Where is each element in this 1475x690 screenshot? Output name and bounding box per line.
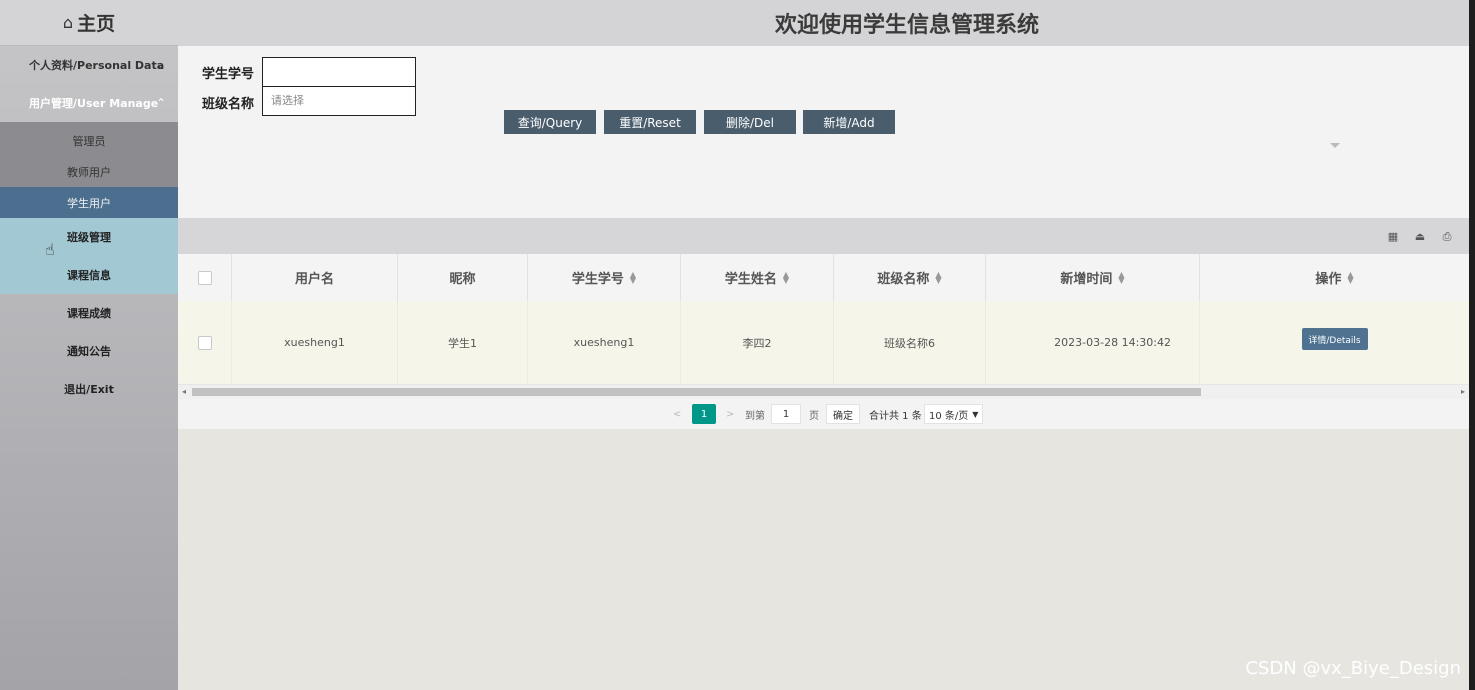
goto-page-input[interactable]: 1 [771,404,801,424]
student-id-input[interactable] [262,57,416,87]
export-icon[interactable]: ⏏ [1413,230,1427,244]
pagination: < 1 > 到第 1 页 确定 合计共 1 条 10 条/页 ▼ [178,399,1469,429]
sidebar-menu-label: 用户管理/User Manage [29,97,159,110]
select-all-checkbox[interactable] [197,270,212,285]
column-header-label: 用户名 [294,272,334,287]
total-count: 合计共 1 条 [869,410,922,422]
column-header-actions[interactable]: 操作 ▲ ▼ [1200,254,1469,301]
home-icon: ⌂ [62,13,74,32]
column-header-label: 新增时间 [1060,272,1113,287]
cell-actions: 详情/Details [1200,301,1469,384]
sidebar-menu-personal-data[interactable]: 个人资料/Personal Data ⌄ [0,46,178,84]
page-unit-label: 页 [809,410,819,422]
column-header-student-id[interactable]: 学生学号 ▲ ▼ [528,254,681,301]
sort-icon[interactable]: ▲ ▼ [783,270,789,284]
chevron-up-icon: ⌃ [155,96,166,110]
delete-button[interactable]: 删除/Del [704,110,796,134]
class-name-select[interactable]: 请选择 [262,86,416,116]
column-header-label: 学生学号 [571,272,624,287]
table-header: 用户名 昵称 学生学号 ▲ ▼ 学生姓名 ▲ ▼ 班级名称 ▲ ▼ 新增时间 ▲ ▼ 操… [178,254,1469,301]
row-checkbox[interactable] [197,335,212,350]
sidebar: ⌂ 主页 个人资料/Personal Data ⌄ 用户管理/User Mana… [0,0,178,690]
table-toolbar: ▦ ⏏ ⎙ [178,218,1469,254]
horizontal-scrollbar[interactable]: ◂ ▸ [178,385,1469,399]
chevron-down-icon: ⌄ [155,58,166,72]
sidebar-item-course-info[interactable]: 课程信息 [0,256,178,294]
next-page-icon[interactable]: > [726,404,734,424]
cell-nickname: 学生1 [398,301,528,384]
class-name-label: 班级名称 [202,97,255,112]
cell-student-name: 李四2 [681,301,834,384]
chevron-down-icon: ▼ [972,409,979,419]
sidebar-submenu: 管理员 教师用户 学生用户 [0,122,178,218]
hand-cursor-icon: ☝ [45,240,55,259]
page-size-value: 10 条/页 [929,410,969,422]
cell-created: 2023-03-28 14:30:42 [986,301,1200,384]
column-header-username[interactable]: 用户名 [232,254,398,301]
sidebar-item-teacher-users[interactable]: 教师用户 [0,156,178,187]
sidebar-item-class-manage[interactable]: 班级管理 [0,218,178,256]
details-button[interactable]: 详情/Details [1301,328,1368,350]
cell-student-id: xuesheng1 [528,301,681,384]
print-icon[interactable]: ⎙ [1440,230,1454,244]
reset-button[interactable]: 重置/Reset [604,110,696,134]
page-size-select[interactable]: 10 条/页 ▼ [924,404,984,424]
goto-label: 到第 [745,410,765,422]
column-header-student-name[interactable]: 学生姓名 ▲ ▼ [681,254,834,301]
sidebar-item-course-grades[interactable]: 课程成绩 [0,294,178,332]
student-id-label: 学生学号 [202,67,255,82]
scrollbar-thumb[interactable] [192,388,1201,396]
select-all-cell [178,254,232,301]
columns-filter-icon[interactable]: ▦ [1386,230,1400,244]
row-select-cell [178,301,232,384]
column-header-label: 班级名称 [877,272,930,287]
column-header-nickname[interactable]: 昵称 [398,254,528,301]
column-header-label: 学生姓名 [724,272,777,287]
select-arrow-icon [1330,143,1340,148]
scroll-left-icon[interactable]: ◂ [182,387,186,396]
sidebar-menu-label: 个人资料/Personal Data [29,59,165,72]
sort-icon[interactable]: ▲ ▼ [1347,270,1353,284]
add-button[interactable]: 新增/Add [803,110,895,134]
sidebar-menu-user-manage[interactable]: 用户管理/User Manage ⌃ [0,84,178,122]
sidebar-item-exit[interactable]: 退出/Exit [0,370,178,408]
page-header: 欢迎使用学生信息管理系统 [178,0,1469,46]
goto-confirm-button[interactable]: 确定 [826,404,860,424]
sort-icon[interactable]: ▲ ▼ [1118,270,1124,284]
query-button[interactable]: 查询/Query [504,110,596,134]
sidebar-item-notices[interactable]: 通知公告 [0,332,178,370]
sidebar-item-admin[interactable]: 管理员 [0,125,178,156]
column-header-label: 操作 [1315,272,1342,287]
page-current[interactable]: 1 [692,404,716,424]
window-edge [1469,0,1475,690]
column-header-class-name[interactable]: 班级名称 ▲ ▼ [834,254,986,301]
sort-icon[interactable]: ▲ ▼ [630,270,636,284]
search-panel: 学生学号 班级名称 请选择 查询/Query 重置/Reset 删除/Del 新… [178,46,1469,218]
column-header-label: 昵称 [449,272,476,287]
table-row[interactable]: xuesheng1 学生1 xuesheng1 李四2 班级名称6 2023-0… [178,301,1469,384]
sidebar-home[interactable]: ⌂ 主页 [0,0,178,46]
column-header-created[interactable]: 新增时间 ▲ ▼ [986,254,1200,301]
sidebar-home-label: 主页 [77,13,116,35]
cell-class-name: 班级名称6 [834,301,986,384]
watermark: CSDN @vx_Biye_Design [1245,658,1461,679]
page-title: 欢迎使用学生信息管理系统 [774,13,1039,38]
cell-username: xuesheng1 [232,301,398,384]
prev-page-icon[interactable]: < [673,404,681,424]
scroll-right-icon[interactable]: ▸ [1461,387,1465,396]
sidebar-item-student-users[interactable]: 学生用户 [0,187,178,218]
sort-icon[interactable]: ▲ ▼ [935,270,941,284]
